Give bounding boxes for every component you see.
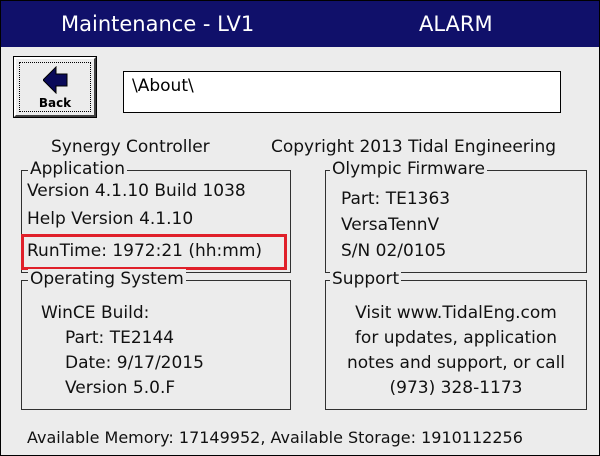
- wince-build-label: WinCE Build:: [41, 303, 150, 323]
- operating-system-legend: Operating System: [28, 269, 186, 289]
- application-version: Version 4.1.10 Build 1038: [27, 181, 246, 201]
- firmware-name: VersaTennV: [341, 215, 440, 235]
- back-button-label: Back: [38, 96, 72, 110]
- memory-status: Available Memory: 17149952, Available St…: [27, 428, 523, 447]
- firmware-part: Part: TE1363: [341, 189, 451, 209]
- support-legend: Support: [330, 269, 402, 289]
- product-name: Synergy Controller: [51, 137, 210, 157]
- application-legend: Application: [28, 159, 127, 179]
- alarm-status[interactable]: ALARM: [419, 12, 493, 36]
- support-line-2: for updates, application: [354, 328, 558, 348]
- path-field[interactable]: \About\: [123, 71, 561, 113]
- support-line-3: notes and support, or call: [346, 353, 566, 373]
- title-bar: Maintenance - LV1 ALARM: [1, 1, 599, 47]
- os-part: Part: TE2144: [65, 328, 175, 348]
- os-date: Date: 9/17/2015: [65, 353, 204, 373]
- support-phone: (973) 328-1173: [389, 378, 523, 398]
- back-arrow-icon: [43, 66, 68, 94]
- help-version: Help Version 4.1.10: [27, 209, 194, 229]
- back-button[interactable]: Back: [13, 56, 97, 118]
- os-version: Version 5.0.F: [65, 378, 176, 398]
- firmware-legend: Olympic Firmware: [330, 159, 487, 179]
- support-line-1: Visit www.TidalEng.com: [355, 303, 557, 323]
- copyright-text: Copyright 2013 Tidal Engineering: [271, 137, 557, 157]
- about-window: Maintenance - LV1 ALARM Back \About\ Syn…: [0, 0, 600, 456]
- window-title: Maintenance - LV1: [61, 12, 255, 36]
- firmware-serial: S/N 02/0105: [341, 241, 447, 261]
- runtime-highlight-box: [21, 234, 287, 270]
